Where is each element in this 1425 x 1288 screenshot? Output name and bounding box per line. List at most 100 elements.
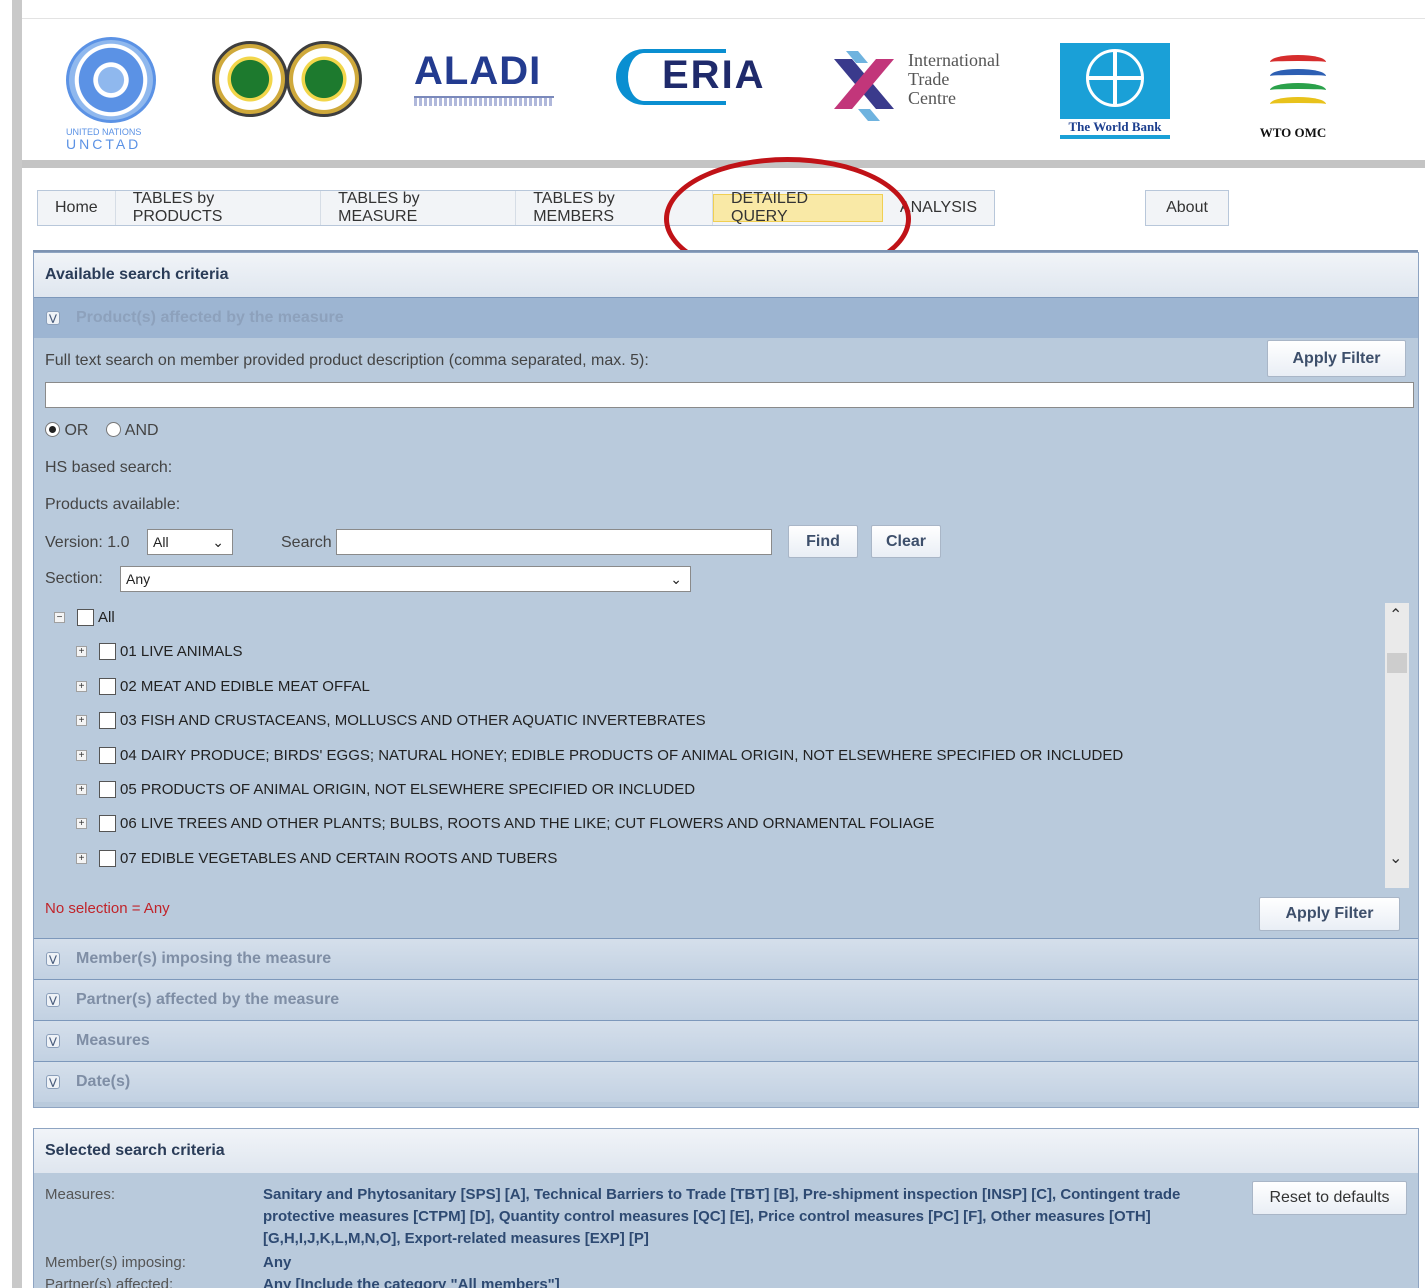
itc-line-2: Trade (908, 69, 950, 89)
expand-plus-icon[interactable]: + (76, 646, 87, 657)
partner-label: Partner(s) affected: (45, 1276, 174, 1288)
scroll-up-icon[interactable]: ⌃ (1389, 605, 1402, 625)
fulltext-label: Full text search on member provided prod… (45, 352, 649, 369)
expand-icon[interactable]: ⋁ (46, 1075, 60, 1089)
tree-item-checkbox[interactable] (99, 815, 116, 832)
nav-about[interactable]: About (1145, 190, 1229, 226)
expand-plus-icon[interactable]: + (76, 853, 87, 864)
tree-item-checkbox[interactable] (99, 747, 116, 764)
expand-plus-icon[interactable]: + (76, 715, 87, 726)
unctad-logo[interactable]: UNITED NATIONS UNCTAD (66, 37, 166, 151)
expand-plus-icon[interactable]: + (76, 750, 87, 761)
expand-icon[interactable]: ⋁ (46, 1034, 60, 1048)
section-dates-label: Date(s) (76, 1073, 131, 1090)
tree-item-checkbox[interactable] (99, 678, 116, 695)
section-measures-label: Measures (76, 1032, 150, 1049)
tree-item: + 04 DAIRY PRODUCE; BIRDS' EGGS; NATURAL… (76, 747, 1123, 764)
nav-tables-by-measure[interactable]: TABLES by MEASURE (321, 190, 517, 225)
scroll-thumb[interactable] (1387, 653, 1407, 673)
imposing-label: Member(s) imposing: (45, 1254, 186, 1271)
eria-logo[interactable]: ERIA (616, 49, 796, 119)
radio-or-label: OR (64, 422, 89, 439)
nav-analysis[interactable]: ANALYSIS (883, 191, 994, 225)
tree-item: + 01 LIVE ANIMALS (76, 643, 243, 660)
nav-tables-by-members[interactable]: TABLES by MEMBERS (516, 190, 713, 225)
wto-swoosh-yellow-icon (1270, 97, 1326, 111)
section-products-label: Product(s) affected by the measure (76, 309, 344, 326)
section-member-imposing-label: Member(s) imposing the measure (76, 950, 332, 967)
section-partner-affected-label: Partner(s) affected by the measure (76, 991, 340, 1008)
tree-item-checkbox[interactable] (99, 781, 116, 798)
expand-icon[interactable]: ⋁ (46, 993, 60, 1007)
scroll-down-icon[interactable]: ⌄ (1389, 848, 1402, 868)
itc-mark-icon (834, 51, 894, 121)
un-emblem-icon (66, 37, 156, 123)
hs-search-input[interactable] (336, 529, 772, 555)
reset-defaults-button[interactable]: Reset to defaults (1252, 1181, 1407, 1215)
section-member-imposing-header[interactable]: ⋁ Member(s) imposing the measure (34, 938, 1418, 979)
tree-root-checkbox[interactable] (77, 609, 94, 626)
radio-or[interactable] (45, 422, 60, 437)
apply-filter-top-button[interactable]: Apply Filter (1267, 340, 1406, 377)
available-criteria-panel: Available search criteria ⋁ Product(s) a… (33, 252, 1419, 1108)
chevron-down-icon: ⌄ (212, 534, 224, 550)
version-select[interactable]: All ⌄ (147, 529, 233, 555)
wto-swoosh-blue-icon (1270, 69, 1326, 83)
african-union-seal-icon (212, 41, 288, 117)
section-partner-affected-header[interactable]: ⋁ Partner(s) affected by the measure (34, 979, 1418, 1020)
no-selection-note: No selection = Any (45, 900, 170, 917)
collapse-icon[interactable]: ⋁ (46, 311, 60, 325)
tree-scrollbar[interactable]: ⌃ ⌄ (1385, 603, 1409, 888)
aladi-wordmark: ALADI (414, 49, 542, 93)
version-label: Version: 1.0 (45, 534, 130, 551)
tree-item: + 05 PRODUCTS OF ANIMAL ORIGIN, NOT ELSE… (76, 781, 695, 798)
expand-icon[interactable]: ⋁ (46, 952, 60, 966)
partner-value: Any [Include the category "All members"] (263, 1276, 560, 1288)
fulltext-search-input[interactable] (45, 382, 1414, 408)
tree-item-label: 06 LIVE TREES AND OTHER PLANTS; BULBS, R… (120, 815, 935, 832)
wto-logo[interactable]: WTO OMC (1248, 47, 1338, 140)
tree-item-label: 01 LIVE ANIMALS (120, 643, 243, 660)
tree-item: + 03 FISH AND CRUSTACEANS, MOLLUSCS AND … (76, 712, 706, 729)
radio-and[interactable] (106, 422, 122, 437)
tree-item: + 02 MEAT AND EDIBLE MEAT OFFAL (76, 678, 370, 695)
world-bank-logo[interactable]: The World Bank (1060, 43, 1170, 139)
expand-plus-icon[interactable]: + (76, 784, 87, 795)
section-dates-header[interactable]: ⋁ Date(s) (34, 1061, 1418, 1102)
imposing-value: Any (263, 1254, 292, 1271)
expand-plus-icon[interactable]: + (76, 681, 87, 692)
find-button[interactable]: Find (788, 525, 858, 558)
expand-plus-icon[interactable]: + (76, 818, 87, 829)
section-products-header[interactable]: ⋁ Product(s) affected by the measure (34, 297, 1418, 338)
tree-item-label: 02 MEAT AND EDIBLE MEAT OFFAL (120, 678, 370, 695)
itc-text: International Trade Centre (908, 51, 1000, 108)
apply-filter-bottom-button[interactable]: Apply Filter (1259, 897, 1400, 931)
selected-criteria-panel: Selected search criteria Reset to defaul… (33, 1128, 1419, 1288)
logo-banner: UNITED NATIONS UNCTAD ALADI ERIA Interna… (22, 18, 1425, 168)
african-union-logo[interactable] (212, 41, 364, 121)
tree-item-checkbox[interactable] (99, 850, 116, 867)
section-measures-header[interactable]: ⋁ Measures (34, 1020, 1418, 1061)
tree-item-label: 04 DAIRY PRODUCE; BIRDS' EGGS; NATURAL H… (120, 747, 1124, 764)
collapse-minus-icon[interactable]: − (54, 612, 65, 623)
unctad-text: UNCTAD (66, 136, 142, 152)
african-development-bank-seal-icon (286, 41, 362, 117)
products-available-label: Products available: (45, 496, 181, 513)
nav-home[interactable]: Home (38, 191, 116, 225)
tree-item-label: 05 PRODUCTS OF ANIMAL ORIGIN, NOT ELSEWH… (120, 781, 696, 798)
hs-search-label: HS based search: (45, 459, 173, 476)
aladi-subtitle-icon (414, 96, 554, 106)
world-bank-text: The World Bank (1060, 119, 1170, 135)
aladi-logo[interactable]: ALADI (414, 49, 564, 119)
tree-item-checkbox[interactable] (99, 712, 116, 729)
nav-tables-by-products[interactable]: TABLES by PRODUCTS (116, 190, 322, 225)
itc-logo[interactable]: International Trade Centre (828, 49, 1028, 129)
tree-item-checkbox[interactable] (99, 643, 116, 660)
clear-button[interactable]: Clear (871, 525, 941, 558)
nav-detailed-query[interactable]: DETAILED QUERY (713, 190, 883, 225)
wto-swoosh-green-icon (1270, 83, 1326, 97)
section-select[interactable]: Any ⌄ (120, 566, 691, 592)
tree-root-label: All (98, 609, 115, 626)
measures-label: Measures: (45, 1186, 116, 1203)
main-nav: Home TABLES by PRODUCTS TABLES by MEASUR… (37, 190, 995, 226)
